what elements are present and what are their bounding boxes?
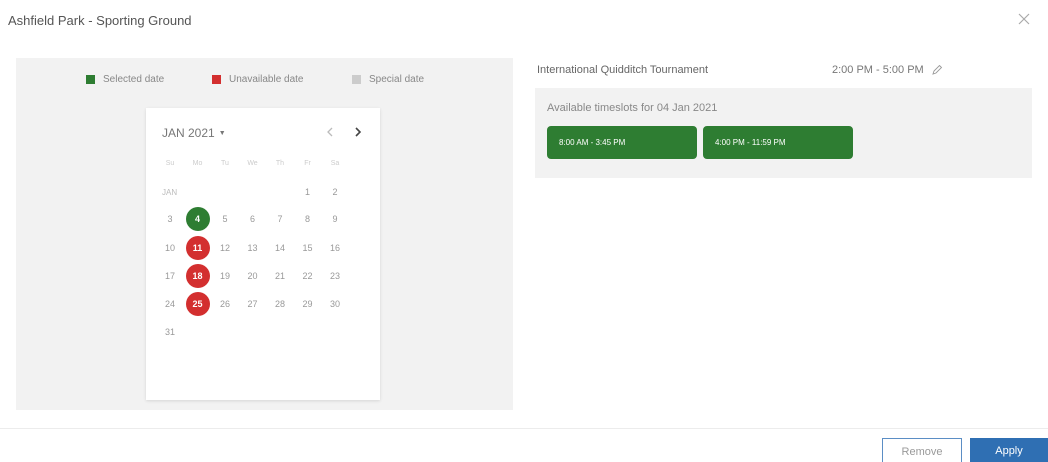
calendar-day[interactable]: 12 bbox=[213, 236, 237, 260]
calendar-day[interactable]: 30 bbox=[323, 292, 347, 316]
month-selector[interactable]: JAN 2021 ▼ bbox=[162, 126, 226, 140]
apply-button[interactable]: Apply bbox=[970, 438, 1048, 462]
timeslot-button[interactable]: 4:00 PM - 11:59 PM bbox=[703, 126, 853, 159]
calendar-day[interactable]: 22 bbox=[296, 264, 320, 288]
pencil-icon[interactable] bbox=[931, 64, 943, 76]
month-short-label: JAN bbox=[162, 188, 178, 197]
calendar-day[interactable]: 2 bbox=[323, 180, 347, 204]
weekday-label: We bbox=[247, 160, 258, 167]
legend-swatch-special bbox=[352, 75, 361, 84]
event-time: 2:00 PM - 5:00 PM bbox=[832, 64, 943, 76]
calendar-day[interactable]: 26 bbox=[213, 292, 237, 316]
calendar-day[interactable]: 6 bbox=[241, 207, 265, 231]
legend-label: Selected date bbox=[103, 74, 165, 85]
calendar-day[interactable]: 20 bbox=[241, 264, 265, 288]
calendar-widget: JAN 2021 ▼ JAN Su Mo Tu We Th Fr Sa 1 2 3 4 5 6 7 8 9 10… bbox=[146, 108, 380, 400]
calendar-panel: Selected date Unavailable date Special d… bbox=[16, 58, 513, 410]
legend-special: Special date bbox=[352, 74, 424, 85]
event-name: International Quidditch Tournament bbox=[537, 64, 709, 76]
calendar-day[interactable]: 23 bbox=[323, 264, 347, 288]
timeslot-button[interactable]: 8:00 AM - 3:45 PM bbox=[547, 126, 697, 159]
chevron-left-icon[interactable] bbox=[322, 124, 338, 140]
footer-divider bbox=[0, 428, 1048, 429]
month-label: JAN 2021 bbox=[162, 126, 215, 140]
calendar-day[interactable]: 28 bbox=[268, 292, 292, 316]
weekday-label: Tu bbox=[221, 160, 229, 167]
calendar-day[interactable]: 29 bbox=[296, 292, 320, 316]
caret-down-icon: ▼ bbox=[218, 129, 226, 137]
calendar-day[interactable]: 4 bbox=[185, 207, 210, 231]
calendar-day[interactable]: 5 bbox=[213, 207, 237, 231]
legend-selected: Selected date bbox=[86, 74, 164, 85]
close-icon[interactable] bbox=[1016, 11, 1032, 27]
calendar-day[interactable]: 8 bbox=[296, 207, 320, 231]
modal-title: Ashfield Park - Sporting Ground bbox=[8, 13, 192, 28]
calendar-day[interactable]: 16 bbox=[323, 236, 347, 260]
calendar-day[interactable]: 13 bbox=[241, 236, 265, 260]
weekday-label: Fr bbox=[304, 160, 311, 167]
calendar-day[interactable]: 11 bbox=[185, 236, 210, 260]
calendar-day[interactable]: 19 bbox=[213, 264, 237, 288]
legend-swatch-selected bbox=[86, 75, 95, 84]
weekday-label: Mo bbox=[192, 160, 203, 167]
calendar-day[interactable]: 27 bbox=[241, 292, 265, 316]
calendar-day[interactable]: 14 bbox=[268, 236, 292, 260]
chevron-right-icon[interactable] bbox=[350, 124, 366, 140]
legend-swatch-unavailable bbox=[212, 75, 221, 84]
calendar-day[interactable]: 21 bbox=[268, 264, 292, 288]
timeslots-panel: Available timeslots for 04 Jan 2021 8:00… bbox=[535, 88, 1032, 178]
calendar-day[interactable]: 24 bbox=[158, 292, 182, 316]
legend-label: Unavailable date bbox=[229, 74, 304, 85]
calendar-day[interactable]: 18 bbox=[185, 264, 210, 288]
calendar-day[interactable]: 7 bbox=[268, 207, 292, 231]
timeslots-heading: Available timeslots for 04 Jan 2021 bbox=[547, 102, 718, 114]
weekday-label: Th bbox=[275, 160, 285, 167]
modal-header: Ashfield Park - Sporting Ground bbox=[0, 0, 1048, 42]
weekday-label: Su bbox=[165, 160, 175, 167]
remove-button[interactable]: Remove bbox=[882, 438, 962, 462]
legend-unavailable: Unavailable date bbox=[212, 74, 304, 85]
calendar-day[interactable]: 9 bbox=[323, 207, 347, 231]
weekday-label: Sa bbox=[330, 160, 340, 167]
calendar-day[interactable]: 10 bbox=[158, 236, 182, 260]
calendar-day[interactable]: 31 bbox=[158, 320, 182, 344]
calendar-day[interactable]: 15 bbox=[296, 236, 320, 260]
legend-label: Special date bbox=[369, 74, 425, 85]
calendar-day[interactable]: 25 bbox=[185, 292, 210, 316]
calendar-day[interactable]: 17 bbox=[158, 264, 182, 288]
event-time-label: 2:00 PM - 5:00 PM bbox=[832, 64, 924, 76]
calendar-legend: Selected date Unavailable date Special d… bbox=[16, 74, 513, 88]
calendar-day[interactable]: 3 bbox=[158, 207, 182, 231]
calendar-day[interactable]: 1 bbox=[296, 180, 320, 204]
